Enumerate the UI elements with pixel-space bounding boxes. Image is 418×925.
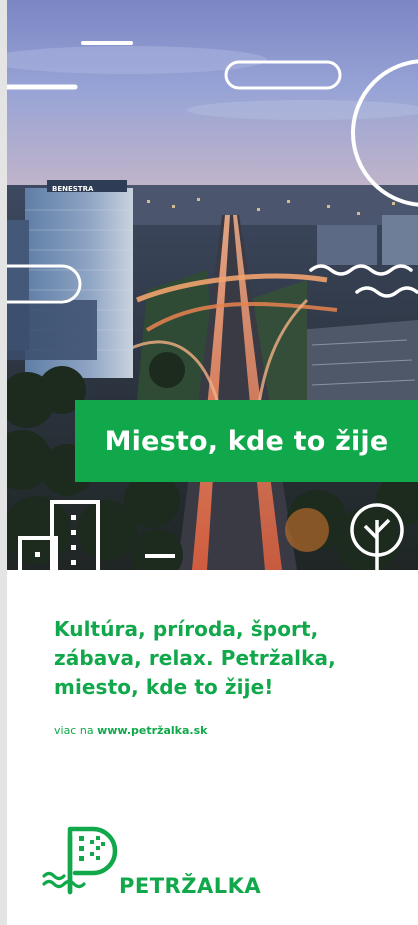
more-prefix: viac na xyxy=(54,724,94,737)
poster: BENESTRA Miesto, kde to žije Kultúra, pr… xyxy=(7,0,418,925)
logo-wordmark: PETRŽALKA xyxy=(119,874,262,898)
headline-banner: Miesto, kde to žije xyxy=(75,400,418,482)
city-night-image: BENESTRA xyxy=(7,0,418,570)
building-sign: BENESTRA xyxy=(52,185,94,193)
petrzalka-logo-icon xyxy=(42,826,118,895)
content-section: Kultúra, príroda, šport, zábava, relax. … xyxy=(54,615,404,737)
more-info-line: viac na www.petržalka.sk xyxy=(54,724,404,737)
petrzalka-logo: PETRŽALKA xyxy=(41,826,291,898)
city-photo: BENESTRA Miesto, kde to žije xyxy=(7,0,418,570)
banner-headline: Miesto, kde to žije xyxy=(104,425,389,457)
body-headline: Kultúra, príroda, šport, zábava, relax. … xyxy=(54,617,336,699)
website-link[interactable]: www.petržalka.sk xyxy=(97,724,207,737)
